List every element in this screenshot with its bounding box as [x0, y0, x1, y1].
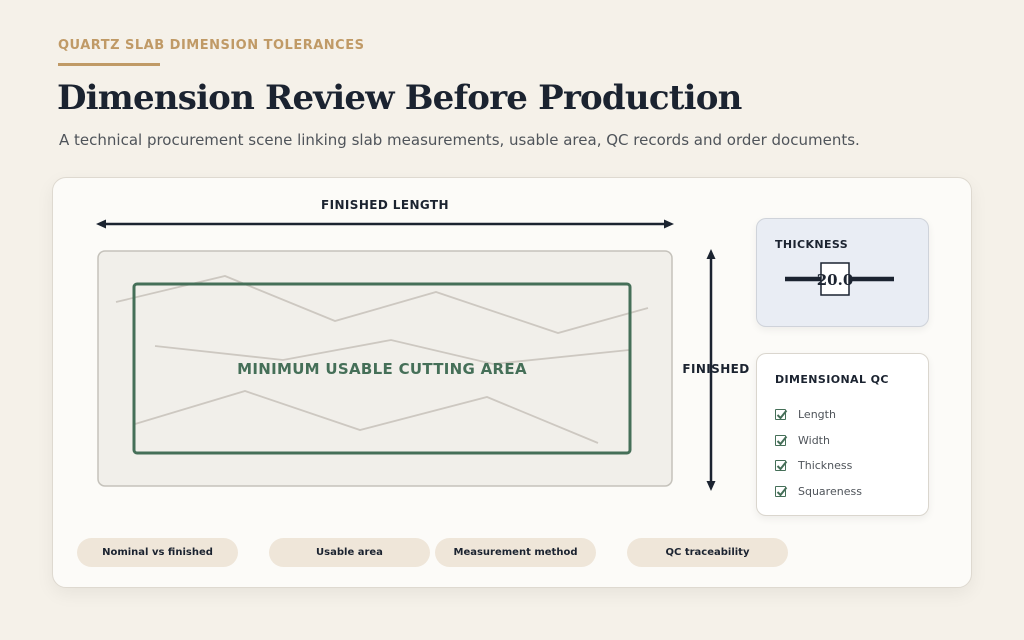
diagram-card: FINISHED LENGTH MINIMUM USABLE CUTTING A… [52, 177, 972, 588]
dimensional-qc-panel: DIMENSIONAL QC Length Width Thickness Sq… [756, 353, 929, 516]
width-dimension-label: FINISHED [682, 362, 749, 376]
qc-item-squareness: Squareness [775, 479, 862, 505]
checkbox-checked-icon [775, 434, 788, 446]
checkbox-checked-icon [775, 409, 788, 421]
page-title: Dimension Review Before Production [57, 78, 742, 118]
chip-qc-traceability: QC traceability [627, 538, 788, 567]
qc-item-label: Length [798, 408, 836, 422]
qc-item-length: Length [775, 402, 862, 428]
thickness-panel: THICKNESS 20.0 [756, 218, 929, 327]
thickness-gauge: 20.0 [785, 262, 894, 296]
page-subtitle: A technical procurement scene linking sl… [59, 131, 860, 149]
qc-item-label: Width [798, 433, 830, 447]
eyebrow-label: QUARTZ SLAB DIMENSION TOLERANCES [58, 38, 365, 53]
length-dimension-arrow [96, 219, 674, 229]
checkbox-checked-icon [775, 486, 788, 498]
qc-title: DIMENSIONAL QC [775, 373, 889, 386]
qc-item-label: Squareness [798, 485, 862, 499]
qc-checklist: Length Width Thickness Squareness [775, 402, 862, 504]
chip-measurement-method: Measurement method [435, 538, 596, 567]
chip-usable-area: Usable area [269, 538, 430, 567]
qc-item-thickness: Thickness [775, 453, 862, 479]
checkbox-checked-icon [775, 460, 788, 472]
eyebrow-underline [58, 63, 160, 66]
usable-area-label: MINIMUM USABLE CUTTING AREA [237, 360, 527, 378]
qc-item-label: Thickness [798, 459, 853, 473]
thickness-value: 20.0 [817, 271, 854, 289]
qc-item-width: Width [775, 428, 862, 454]
length-dimension-label: FINISHED LENGTH [321, 198, 449, 212]
chip-nominal-vs-finished: Nominal vs finished [77, 538, 238, 567]
